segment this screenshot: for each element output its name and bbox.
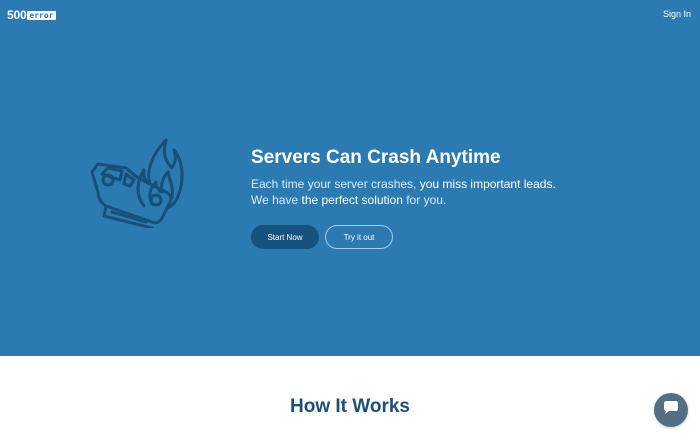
crashed-car-on-fire-icon bbox=[86, 134, 186, 230]
desc-highlight-2: the perfect solution bbox=[301, 193, 403, 207]
logo-word: error bbox=[27, 10, 56, 20]
desc-text-2: We have bbox=[251, 193, 302, 207]
hero-content: Servers Can Crash Anytime Each time your… bbox=[251, 146, 671, 249]
hero-headline: Servers Can Crash Anytime bbox=[251, 147, 501, 168]
start-now-button[interactable]: Start Now bbox=[251, 225, 319, 249]
hero-buttons: Start Now Try it out bbox=[251, 225, 671, 249]
desc-text-3: for you. bbox=[402, 193, 447, 207]
logo-number: 500 bbox=[7, 8, 27, 22]
chat-bubble-icon bbox=[663, 400, 679, 420]
try-it-out-button[interactable]: Try it out bbox=[325, 225, 393, 249]
hero-description: Each time your server crashes, you miss … bbox=[251, 176, 671, 208]
desc-text-1: Each time your server crashes, bbox=[251, 177, 420, 191]
how-it-works-title: How It Works bbox=[290, 396, 410, 417]
hero-section: 500 error Sign In Servers Can Crash Anyt… bbox=[0, 0, 700, 356]
sign-in-link[interactable]: Sign In bbox=[663, 9, 691, 19]
page: 500 error Sign In Servers Can Crash Anyt… bbox=[0, 0, 700, 438]
desc-highlight-1: you miss important leads. bbox=[419, 177, 556, 191]
logo[interactable]: 500 error bbox=[7, 9, 56, 21]
chat-launcher-button[interactable] bbox=[654, 393, 688, 427]
